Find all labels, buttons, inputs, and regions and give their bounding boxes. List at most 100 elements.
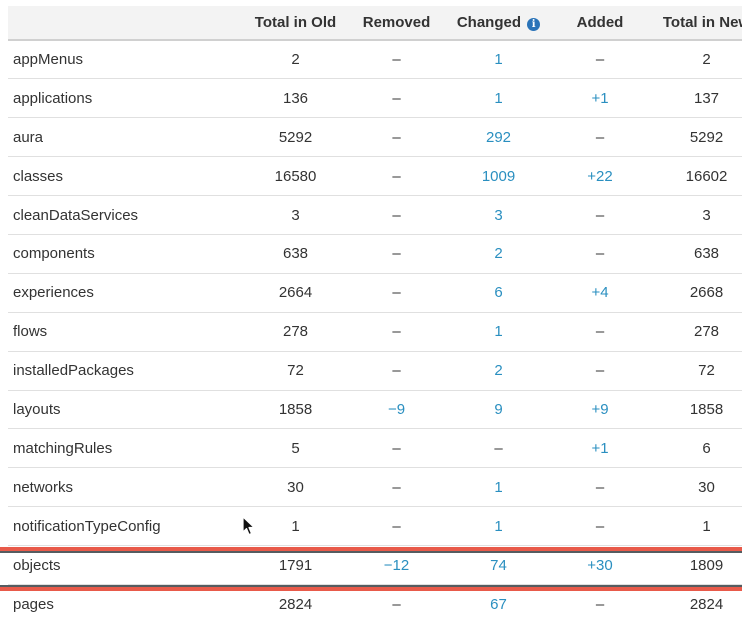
changed-link[interactable]: 1 [442,468,555,507]
total-old-cell: 1858 [278,400,313,418]
removed-cell: – [392,89,401,107]
added-cell: – [595,362,605,380]
table-row: applications 136 – 1 +1 137 [8,78,742,118]
row-name: flows [13,323,48,341]
changed-link[interactable]: 1009 [442,157,555,196]
removed-cell: – [392,362,401,380]
header-total-old: Total in Old [240,6,351,41]
total-new-cell: 137 [693,89,720,107]
added-cell: – [595,245,605,263]
added-cell: – [595,323,605,341]
removed-cell: – [392,245,401,263]
changed-cell: – [494,439,503,457]
added-link[interactable]: +1 [555,429,645,468]
removed-cell: – [392,478,401,496]
table-row: layouts 1858 −9 9 +9 1858 [8,390,742,429]
added-link[interactable]: +1 [555,79,645,118]
table-header-row: Total in Old Removed Changed i Added Tot… [8,6,742,41]
row-name: cleanDataServices [13,206,139,224]
total-new-cell: 1 [702,517,711,535]
changed-link[interactable]: 2 [442,234,555,273]
row-name: matchingRules [13,439,113,457]
header-changed: Changed i [442,6,555,41]
header-removed: Removed [351,6,442,41]
removed-cell: – [392,323,401,341]
total-old-cell: 278 [282,323,309,341]
changed-link[interactable]: 3 [442,196,555,235]
table-row: experiences 2664 – 6 +4 2668 [8,273,742,312]
table-row: networks 30 – 1 – 30 [8,467,742,507]
table-row: cleanDataServices 3 – 3 – 3 [8,195,742,235]
removed-cell: – [392,167,401,185]
total-old-cell: 136 [282,89,309,107]
table-row: components 638 – 2 – 638 [8,234,742,273]
table-row: appMenus 2 – 1 – 2 [8,40,742,79]
changed-link[interactable]: 2 [442,351,555,390]
total-new-cell: 72 [698,362,715,380]
header-added: Added [555,6,645,41]
total-old-cell: 30 [287,478,304,496]
removed-cell: – [392,439,401,457]
changed-link[interactable]: 292 [442,118,555,157]
added-cell: – [595,51,605,69]
info-icon[interactable]: i [527,18,541,31]
table-row: installedPackages 72 – 2 – 72 [8,351,742,390]
added-link[interactable]: +22 [555,157,645,196]
changed-link[interactable]: 1 [442,40,555,79]
comparison-table-panel: Total in Old Removed Changed i Added Tot… [0,0,742,621]
total-old-cell: 16580 [274,167,317,185]
total-new-cell: 638 [693,245,720,263]
added-cell: – [595,517,605,535]
table-row: matchingRules 5 – – +1 6 [8,428,742,468]
total-new-cell: 2 [702,51,711,69]
total-new-cell: 278 [693,323,720,341]
removed-cell: – [392,206,401,224]
row-name: installedPackages [13,362,134,380]
changed-link[interactable]: 9 [442,390,555,429]
removed-cell: – [392,51,401,69]
total-old-cell: 5292 [278,128,313,146]
row-name: classes [13,167,64,185]
row-name: aura [13,128,44,146]
added-link[interactable]: +4 [555,273,645,312]
removed-cell: – [392,128,401,146]
row-name: networks [13,478,74,496]
total-new-cell: 5292 [689,128,724,146]
total-new-cell: 30 [698,478,715,496]
header-total-new: Total in New [645,6,742,41]
total-old-cell: 2664 [278,284,313,302]
total-old-cell: 3 [291,206,300,224]
total-old-cell: 5 [291,439,300,457]
table-row: notificationTypeConfig 1 – 1 – 1 [8,506,742,546]
changed-link[interactable]: 6 [442,273,555,312]
highlight-border-top [0,547,742,553]
total-new-cell: 6 [702,439,711,457]
total-new-cell: 3 [702,206,711,224]
total-old-cell: 2 [291,51,300,69]
added-cell: – [595,206,605,224]
added-cell: – [595,478,605,496]
changed-link[interactable]: 1 [442,507,555,546]
total-old-cell: 638 [282,245,309,263]
added-link[interactable]: +9 [555,390,645,429]
changed-link[interactable]: 1 [442,79,555,118]
total-new-cell: 1858 [689,400,724,418]
row-name: experiences [13,284,94,302]
table-row: classes 16580 – 1009 +22 16602 [8,156,742,196]
row-name: layouts [13,400,61,418]
header-changed-label: Changed [456,14,521,31]
changed-link[interactable]: 1 [442,312,555,351]
total-old-cell: 72 [287,362,304,380]
removed-cell: – [392,517,401,535]
header-name [8,6,240,41]
total-new-cell: 2668 [689,284,724,302]
row-name: components [13,245,95,263]
table-row: aura 5292 – 292 – 5292 [8,117,742,157]
table-row: flows 278 – 1 – 278 [8,312,742,351]
removed-cell: – [392,284,401,302]
removed-link[interactable]: −9 [351,390,442,429]
row-name: applications [13,89,93,107]
highlight-border-bottom [0,585,742,591]
total-new-cell: 16602 [685,167,728,185]
row-name: appMenus [13,51,84,69]
